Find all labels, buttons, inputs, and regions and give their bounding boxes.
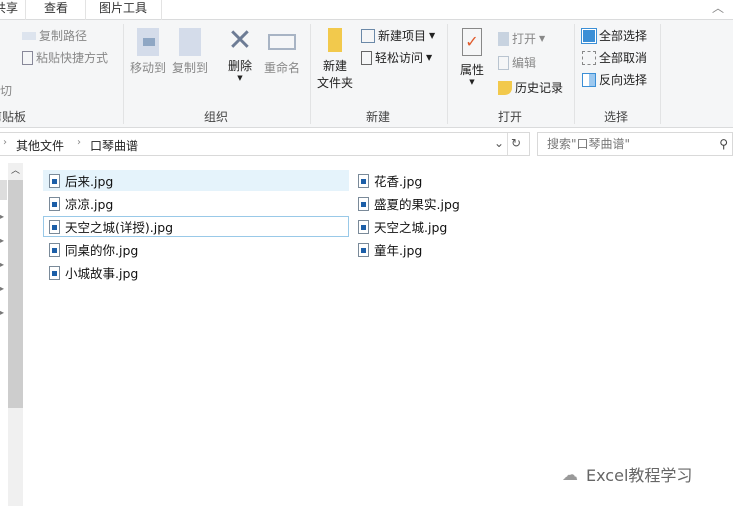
paste-shortcut-button[interactable]: 粘贴快捷方式 <box>22 49 108 66</box>
scrollbar[interactable]: ︿ <box>8 163 23 506</box>
copy-to-icon <box>179 28 201 56</box>
new-item-button[interactable]: 新建项目 ▼ <box>361 27 435 44</box>
new-folder-button[interactable]: 新建 文件夹 <box>315 28 355 92</box>
file-item[interactable]: 童年.jpg <box>352 239 552 260</box>
image-file-icon <box>358 173 369 188</box>
image-file-icon <box>49 173 60 188</box>
image-file-icon <box>358 242 369 257</box>
breadcrumb-item[interactable]: 其他文件 <box>16 137 64 154</box>
history-icon <box>498 80 512 95</box>
search-input[interactable]: 搜索"口琴曲谱" ⚲ <box>537 132 733 156</box>
group-label-open: 打开 <box>498 110 523 124</box>
rename-icon <box>268 34 296 50</box>
history-button[interactable]: 历史记录 <box>498 79 563 96</box>
nav-pane-selected <box>0 180 7 200</box>
ribbon: 复制路径 粘贴快捷方式 剪切 剪贴板 移动到 复制到 ✕删除▼ 重命名 组织 新… <box>0 20 733 128</box>
move-to-button[interactable]: 移动到 <box>129 28 167 77</box>
properties-icon: ✓ <box>462 28 482 56</box>
new-item-icon <box>361 28 375 43</box>
easy-access-button[interactable]: 轻松访问 ▼ <box>361 49 432 66</box>
open-icon <box>498 31 509 46</box>
group-label-clipboard: 剪贴板 <box>0 110 27 124</box>
easy-access-icon <box>361 50 372 65</box>
rename-button[interactable]: 重命名 <box>262 28 302 77</box>
copy-path-icon <box>22 31 36 40</box>
image-file-icon <box>358 219 369 234</box>
tab-share[interactable]: 共享 <box>0 0 18 20</box>
new-folder-icon <box>328 28 342 52</box>
file-item[interactable]: 花香.jpg <box>352 170 552 191</box>
file-item[interactable]: 小城故事.jpg <box>43 262 349 283</box>
select-none-icon <box>582 50 596 65</box>
open-button[interactable]: 打开 ▼ <box>498 30 545 47</box>
breadcrumb-separator-icon: › <box>77 137 81 148</box>
edit-button[interactable]: 编辑 <box>498 54 536 71</box>
properties-button[interactable]: ✓ 属性 ▼ <box>455 28 489 86</box>
image-file-icon <box>49 265 60 280</box>
file-item[interactable]: 天空之城.jpg <box>352 216 552 237</box>
address-bar[interactable]: › 其他文件 › 口琴曲谱 ⌄ ↻ <box>0 132 530 156</box>
tab-view[interactable]: 查看 <box>44 0 68 20</box>
move-to-icon <box>137 28 159 56</box>
breadcrumb-separator-icon: › <box>3 137 7 148</box>
file-item[interactable]: 盛夏的果实.jpg <box>352 193 552 214</box>
edit-icon <box>498 55 509 70</box>
file-item[interactable]: 后来.jpg <box>43 170 349 191</box>
image-file-icon <box>49 242 60 257</box>
image-file-icon <box>49 219 60 234</box>
select-none-button[interactable]: 全部取消 <box>582 49 647 66</box>
scrollbar-thumb[interactable] <box>8 180 23 408</box>
collapse-ribbon-icon[interactable]: ︿ <box>712 0 724 20</box>
select-all-icon <box>581 27 597 44</box>
copy-path-button[interactable]: 复制路径 <box>22 27 87 44</box>
group-label-organize: 组织 <box>204 110 229 124</box>
tab-picture-tools[interactable]: 图片工具 <box>99 0 147 20</box>
delete-button[interactable]: ✕ 删除 ▼ <box>224 23 256 82</box>
ribbon-tabs: 共享 查看 图片工具 ︿ <box>0 0 733 20</box>
file-item[interactable]: 凉凉.jpg <box>43 193 349 214</box>
breadcrumb-item[interactable]: 口琴曲谱 <box>90 137 138 154</box>
nav-pane-expand-icons[interactable]: ▸ ▸ ▸ ▸ ▸ <box>0 205 4 325</box>
invert-selection-icon <box>582 72 596 87</box>
scroll-up-icon[interactable]: ︿ <box>8 163 23 180</box>
file-item[interactable]: 天空之城(详授).jpg <box>43 216 349 237</box>
image-file-icon <box>358 196 369 211</box>
invert-selection-button[interactable]: 反向选择 <box>582 71 647 88</box>
select-all-button[interactable]: 全部选择 <box>581 27 647 44</box>
cut-button[interactable]: 剪切 <box>0 82 12 99</box>
file-item[interactable]: 同桌的你.jpg <box>43 239 349 260</box>
copy-to-button[interactable]: 复制到 <box>171 28 209 77</box>
watermark: ☁ Excel教程学习 <box>562 464 693 486</box>
image-file-icon <box>49 196 60 211</box>
group-label-new: 新建 <box>366 110 391 124</box>
refresh-icon[interactable]: ↻ <box>511 136 521 150</box>
wechat-icon: ☁ <box>562 464 578 484</box>
address-dropdown-icon[interactable]: ⌄ <box>494 136 504 150</box>
delete-icon: ✕ <box>227 23 253 58</box>
group-label-select: 选择 <box>604 110 629 124</box>
paste-shortcut-icon <box>22 50 33 65</box>
search-icon: ⚲ <box>719 137 728 151</box>
